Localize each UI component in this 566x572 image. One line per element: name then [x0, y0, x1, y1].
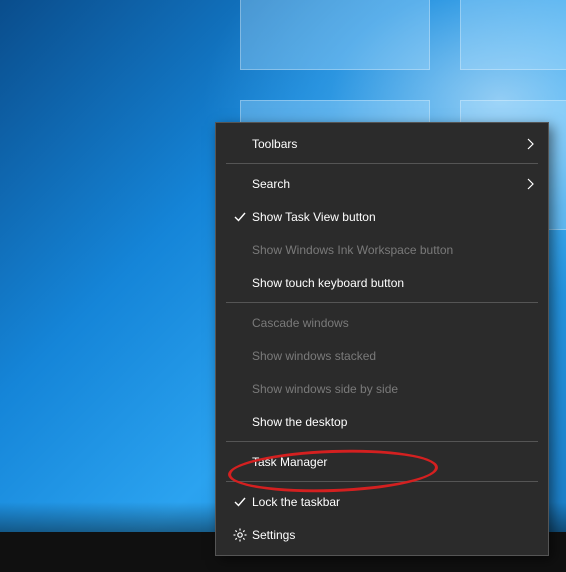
menu-item-search[interactable]: Search — [218, 167, 546, 200]
menu-label: Show the desktop — [252, 415, 534, 429]
menu-separator — [226, 302, 538, 303]
menu-label: Toolbars — [252, 137, 518, 151]
menu-label: Show Task View button — [252, 210, 534, 224]
menu-item-show-touch-keyboard[interactable]: Show touch keyboard button — [218, 266, 546, 299]
menu-label: Show windows side by side — [252, 382, 534, 396]
menu-label: Show Windows Ink Workspace button — [252, 243, 534, 257]
menu-label: Cascade windows — [252, 316, 534, 330]
menu-item-lock-taskbar[interactable]: Lock the taskbar — [218, 485, 546, 518]
desktop-background: Toolbars Search Show Task View button Sh… — [0, 0, 566, 572]
menu-separator — [226, 163, 538, 164]
menu-item-side-by-side: Show windows side by side — [218, 372, 546, 405]
taskbar-context-menu: Toolbars Search Show Task View button Sh… — [215, 122, 549, 556]
menu-label: Show touch keyboard button — [252, 276, 534, 290]
menu-item-show-desktop[interactable]: Show the desktop — [218, 405, 546, 438]
menu-item-toolbars[interactable]: Toolbars — [218, 127, 546, 160]
checkmark-icon — [228, 495, 252, 509]
menu-item-show-task-view[interactable]: Show Task View button — [218, 200, 546, 233]
menu-item-show-stacked: Show windows stacked — [218, 339, 546, 372]
gear-icon — [228, 528, 252, 542]
menu-item-task-manager[interactable]: Task Manager — [218, 445, 546, 478]
menu-label: Task Manager — [252, 455, 534, 469]
checkmark-icon — [228, 210, 252, 224]
menu-label: Show windows stacked — [252, 349, 534, 363]
chevron-right-icon — [518, 178, 534, 190]
menu-label: Search — [252, 177, 518, 191]
menu-item-settings[interactable]: Settings — [218, 518, 546, 551]
menu-label: Settings — [252, 528, 534, 542]
menu-separator — [226, 441, 538, 442]
menu-item-cascade-windows: Cascade windows — [218, 306, 546, 339]
menu-item-show-ink-workspace: Show Windows Ink Workspace button — [218, 233, 546, 266]
menu-separator — [226, 481, 538, 482]
chevron-right-icon — [518, 138, 534, 150]
menu-label: Lock the taskbar — [252, 495, 534, 509]
